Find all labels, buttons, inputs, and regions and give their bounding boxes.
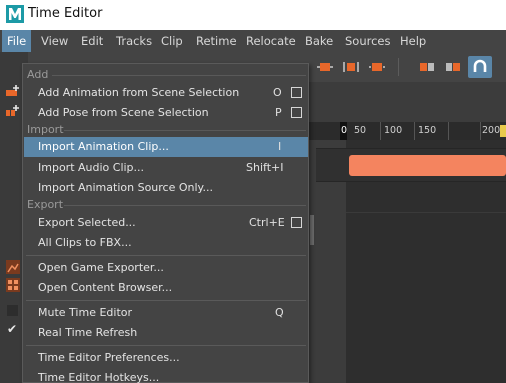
option-box-icon[interactable] (291, 87, 302, 98)
menu-bar: File View Edit Tracks Clip Retime Reloca… (0, 30, 506, 52)
shortcut-p: P (275, 106, 282, 119)
menu-open-content-browser[interactable]: Open Content Browser... (24, 278, 308, 298)
menu-import-audio-label: Import Audio Clip... (38, 161, 145, 174)
menu-tracks[interactable]: Tracks (111, 30, 157, 52)
maya-logo-icon (6, 5, 24, 23)
menu-clip[interactable]: Clip (156, 30, 188, 52)
option-box-icon[interactable] (291, 107, 302, 118)
checkmark-icon: ✔ (7, 322, 18, 336)
menu-import-clip-label: Import Animation Clip... (38, 140, 169, 153)
menu-import-source-label: Import Animation Source Only... (38, 181, 213, 194)
retime-tool-icon[interactable] (342, 58, 360, 76)
menu-divider (26, 345, 306, 346)
menu-mute-time-editor[interactable]: Mute Time Editor Q (24, 303, 308, 323)
tick-label-200: 200 (482, 125, 501, 136)
section-import-label: Import (27, 123, 64, 136)
menu-export-selected[interactable]: Export Selected... Ctrl+E (24, 213, 308, 233)
menu-add-animation[interactable]: Add Animation from Scene Selection O (24, 83, 308, 103)
menu-export-selected-label: Export Selected... (38, 216, 136, 229)
menu-preferences-label: Time Editor Preferences... (38, 351, 180, 364)
menu-import-audio-clip[interactable]: Import Audio Clip... Shift+I (24, 158, 308, 178)
magnet-icon (473, 59, 487, 72)
section-export-label: Export (27, 198, 64, 211)
menu-import-source-only[interactable]: Import Animation Source Only... (24, 178, 308, 198)
menu-import-animation-clip[interactable]: Import Animation Clip... I (24, 137, 308, 157)
menu-hotkeys-label: Time Editor Hotkeys... (38, 371, 160, 383)
tick-label-50: 50 (354, 125, 367, 136)
option-box-icon[interactable] (291, 217, 302, 228)
menu-add-animation-label: Add Animation from Scene Selection (38, 86, 240, 99)
menu-add-pose-label: Add Pose from Scene Selection (38, 106, 209, 119)
shortcut-i: I (278, 140, 282, 153)
shortcut-ctrl-e: Ctrl+E (249, 216, 285, 229)
add-pose-icon (6, 105, 19, 116)
magnet-snap-button[interactable] (468, 56, 492, 78)
file-menu-dropdown: Add Add Animation from Scene Selection O… (22, 63, 309, 383)
section-add-label: Add (27, 68, 49, 81)
mute-checkbox-icon[interactable] (7, 305, 18, 316)
menu-open-game-exporter[interactable]: Open Game Exporter... (24, 258, 308, 278)
menu-time-editor-preferences[interactable]: Time Editor Preferences... (24, 348, 308, 368)
menu-divider (26, 300, 306, 301)
section-import: Import (26, 122, 308, 138)
menu-add-pose[interactable]: Add Pose from Scene Selection P (24, 103, 308, 123)
menu-retime[interactable]: Retime (191, 30, 242, 52)
menu-file[interactable]: File (2, 30, 32, 52)
menu-edit[interactable]: Edit (76, 30, 108, 52)
menu-game-exporter-label: Open Game Exporter... (38, 261, 164, 274)
trim-end-icon[interactable] (444, 58, 462, 76)
window-title: Time Editor (28, 6, 103, 21)
menu-mute-label: Mute Time Editor (38, 306, 133, 319)
menu-bake[interactable]: Bake (300, 30, 338, 52)
menu-view[interactable]: View (36, 30, 73, 52)
menu-help[interactable]: Help (395, 30, 431, 52)
tick-label-150: 150 (418, 125, 437, 136)
menu-realtime-label: Real Time Refresh (38, 326, 138, 339)
menu-divider (26, 255, 306, 256)
clip-end-marker (500, 125, 506, 137)
menu-real-time-refresh[interactable]: Real Time Refresh (24, 323, 308, 343)
scale-tool-icon[interactable] (368, 58, 386, 76)
section-add: Add (26, 67, 308, 83)
clip-tool-icon[interactable] (316, 58, 334, 76)
game-exporter-icon (6, 260, 20, 274)
shortcut-o: O (273, 86, 282, 99)
time-editor-toolbar (308, 52, 506, 82)
menu-content-browser-label: Open Content Browser... (38, 281, 173, 294)
animation-clip[interactable] (349, 155, 506, 176)
shortcut-shift-i: Shift+I (246, 161, 284, 174)
toolbar-separator (398, 58, 399, 76)
track-divider (346, 212, 506, 213)
content-browser-icon (6, 278, 20, 292)
time-ruler[interactable]: 50 100 150 200 (308, 122, 506, 140)
menu-clips-fbx-label: All Clips to FBX... (38, 236, 132, 249)
title-bar: Time Editor (0, 0, 506, 30)
menu-time-editor-hotkeys[interactable]: Time Editor Hotkeys... (24, 368, 308, 383)
tick-label-100: 100 (384, 125, 403, 136)
menu-relocate[interactable]: Relocate (241, 30, 301, 52)
add-animation-icon (6, 85, 19, 96)
trim-start-icon[interactable] (418, 58, 436, 76)
section-export: Export (26, 197, 308, 213)
playhead-frame: 0 (341, 125, 348, 136)
menu-all-clips-fbx[interactable]: All Clips to FBX... (24, 233, 308, 253)
track-scroll-handle[interactable] (310, 215, 314, 245)
menu-sources[interactable]: Sources (340, 30, 396, 52)
shortcut-q: Q (275, 306, 284, 319)
